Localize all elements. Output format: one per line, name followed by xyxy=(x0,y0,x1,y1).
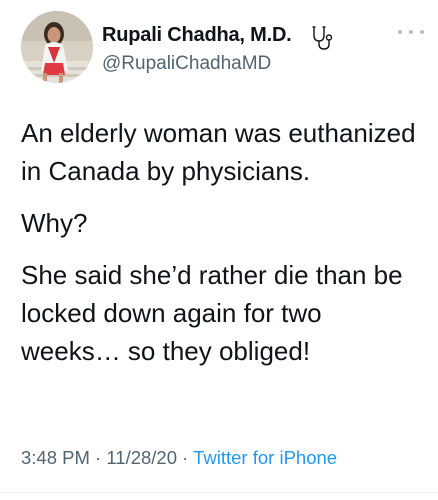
tweet-paragraph: She said she’d rather die than be locked… xyxy=(21,260,403,366)
author-handle[interactable]: @RupaliChadhaMD xyxy=(102,53,271,75)
author-display-name[interactable]: Rupali Chadha, M.D. xyxy=(102,24,292,47)
more-options-button[interactable] xyxy=(398,22,424,42)
stethoscope-icon xyxy=(312,26,333,50)
divider xyxy=(0,492,438,493)
tweet: Rupali Chadha, M.D. @RupaliChadhaMD An e… xyxy=(0,0,438,500)
tweet-time[interactable]: 3:48 PM xyxy=(21,447,90,468)
meta-separator: · xyxy=(177,447,194,468)
tweet-source-link[interactable]: Twitter for iPhone xyxy=(193,447,337,468)
tweet-date[interactable]: 11/28/20 xyxy=(106,447,177,468)
avatar[interactable] xyxy=(21,11,93,83)
meta-separator: · xyxy=(89,447,107,468)
more-dots-icon xyxy=(398,30,402,34)
more-dots-icon xyxy=(409,30,413,34)
tweet-paragraph: An elderly woman was euthanized in Canad… xyxy=(21,118,416,186)
tweet-metadata: 3:48 PM · 11/28/20 · Twitter for iPhone xyxy=(21,447,337,469)
tweet-paragraph: Why? xyxy=(21,208,88,238)
more-dots-icon xyxy=(420,30,424,34)
tweet-text: An elderly woman was euthanized in Canad… xyxy=(21,114,421,384)
avatar-image xyxy=(21,11,93,83)
